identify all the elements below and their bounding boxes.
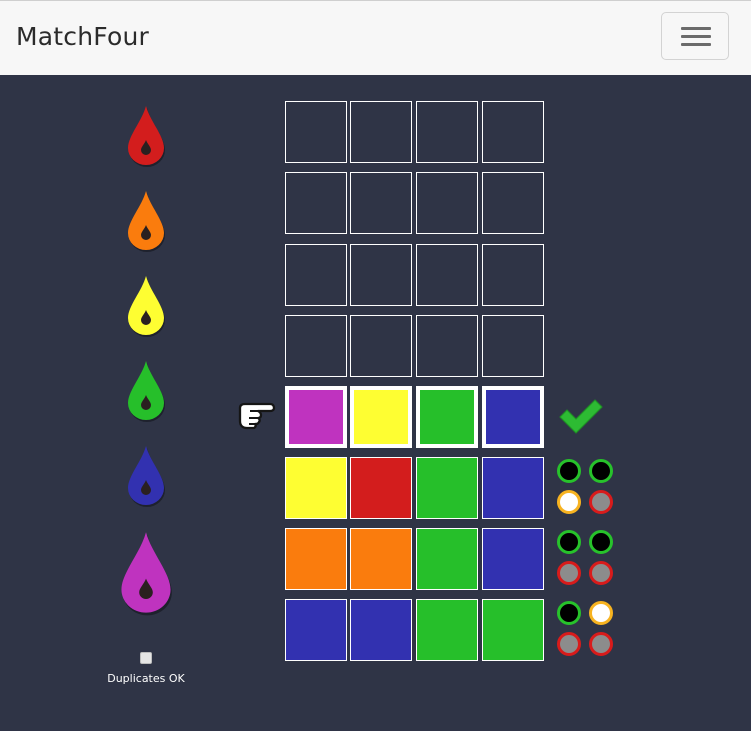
board-cell xyxy=(482,457,544,519)
feedback-peg-white xyxy=(589,601,613,625)
board-cell xyxy=(285,172,347,234)
feedback-peg-black xyxy=(589,459,613,483)
feedback-peg-black xyxy=(589,530,613,554)
board-cell xyxy=(416,101,478,163)
board-cell xyxy=(285,457,347,519)
blue-drop-icon[interactable] xyxy=(124,446,168,512)
guess-slot[interactable] xyxy=(285,386,347,448)
yellow-drop-icon[interactable] xyxy=(124,276,168,342)
feedback-pegs xyxy=(557,601,617,661)
feedback-peg-black xyxy=(557,459,581,483)
feedback-peg-none xyxy=(557,632,581,656)
duplicates-option: Duplicates OK xyxy=(90,652,202,686)
board-cell xyxy=(350,172,412,234)
menu-button[interactable] xyxy=(661,12,729,60)
board-cell xyxy=(350,457,412,519)
hamburger-menu-icon xyxy=(681,27,711,30)
board-cell xyxy=(416,172,478,234)
board-cell xyxy=(416,457,478,519)
duplicates-checkbox[interactable] xyxy=(140,652,152,664)
feedback-peg-black xyxy=(557,530,581,554)
board-cell xyxy=(482,172,544,234)
feedback-peg-none xyxy=(589,561,613,585)
red-drop-icon[interactable] xyxy=(124,106,168,172)
purple-drop-icon[interactable] xyxy=(116,532,176,621)
feedback-peg-none xyxy=(557,561,581,585)
feedback-peg-white xyxy=(557,490,581,514)
orange-drop-icon[interactable] xyxy=(124,191,168,257)
board-cell xyxy=(285,244,347,306)
board-cell xyxy=(482,599,544,661)
board-cell xyxy=(482,244,544,306)
feedback-pegs xyxy=(557,530,617,590)
guess-slot[interactable] xyxy=(416,386,478,448)
board-cell xyxy=(350,101,412,163)
duplicates-label: Duplicates OK xyxy=(107,672,185,685)
board-cell xyxy=(285,528,347,590)
board-cell xyxy=(350,244,412,306)
submit-checkmark-icon[interactable] xyxy=(557,396,605,440)
board-cell xyxy=(482,101,544,163)
feedback-peg-none xyxy=(589,490,613,514)
feedback-peg-black xyxy=(557,601,581,625)
navbar: MatchFour xyxy=(0,0,751,75)
board-cell xyxy=(482,528,544,590)
pointing-hand-icon xyxy=(236,396,276,434)
board-cell xyxy=(350,315,412,377)
feedback-peg-none xyxy=(589,632,613,656)
guess-slot[interactable] xyxy=(350,386,412,448)
board-cell xyxy=(285,599,347,661)
hamburger-menu-icon-bar xyxy=(681,43,711,46)
board-cell xyxy=(416,599,478,661)
guess-slot[interactable] xyxy=(482,386,544,448)
feedback-pegs xyxy=(557,459,617,519)
board-cell xyxy=(285,315,347,377)
green-drop-icon[interactable] xyxy=(124,361,168,427)
hamburger-menu-icon-bar xyxy=(681,35,711,38)
board-cell xyxy=(416,528,478,590)
board-cell xyxy=(350,599,412,661)
board-cell xyxy=(350,528,412,590)
board-cell xyxy=(416,244,478,306)
board-cell xyxy=(416,315,478,377)
board-cell xyxy=(285,101,347,163)
board-cell xyxy=(482,315,544,377)
app-title: MatchFour xyxy=(16,22,149,51)
